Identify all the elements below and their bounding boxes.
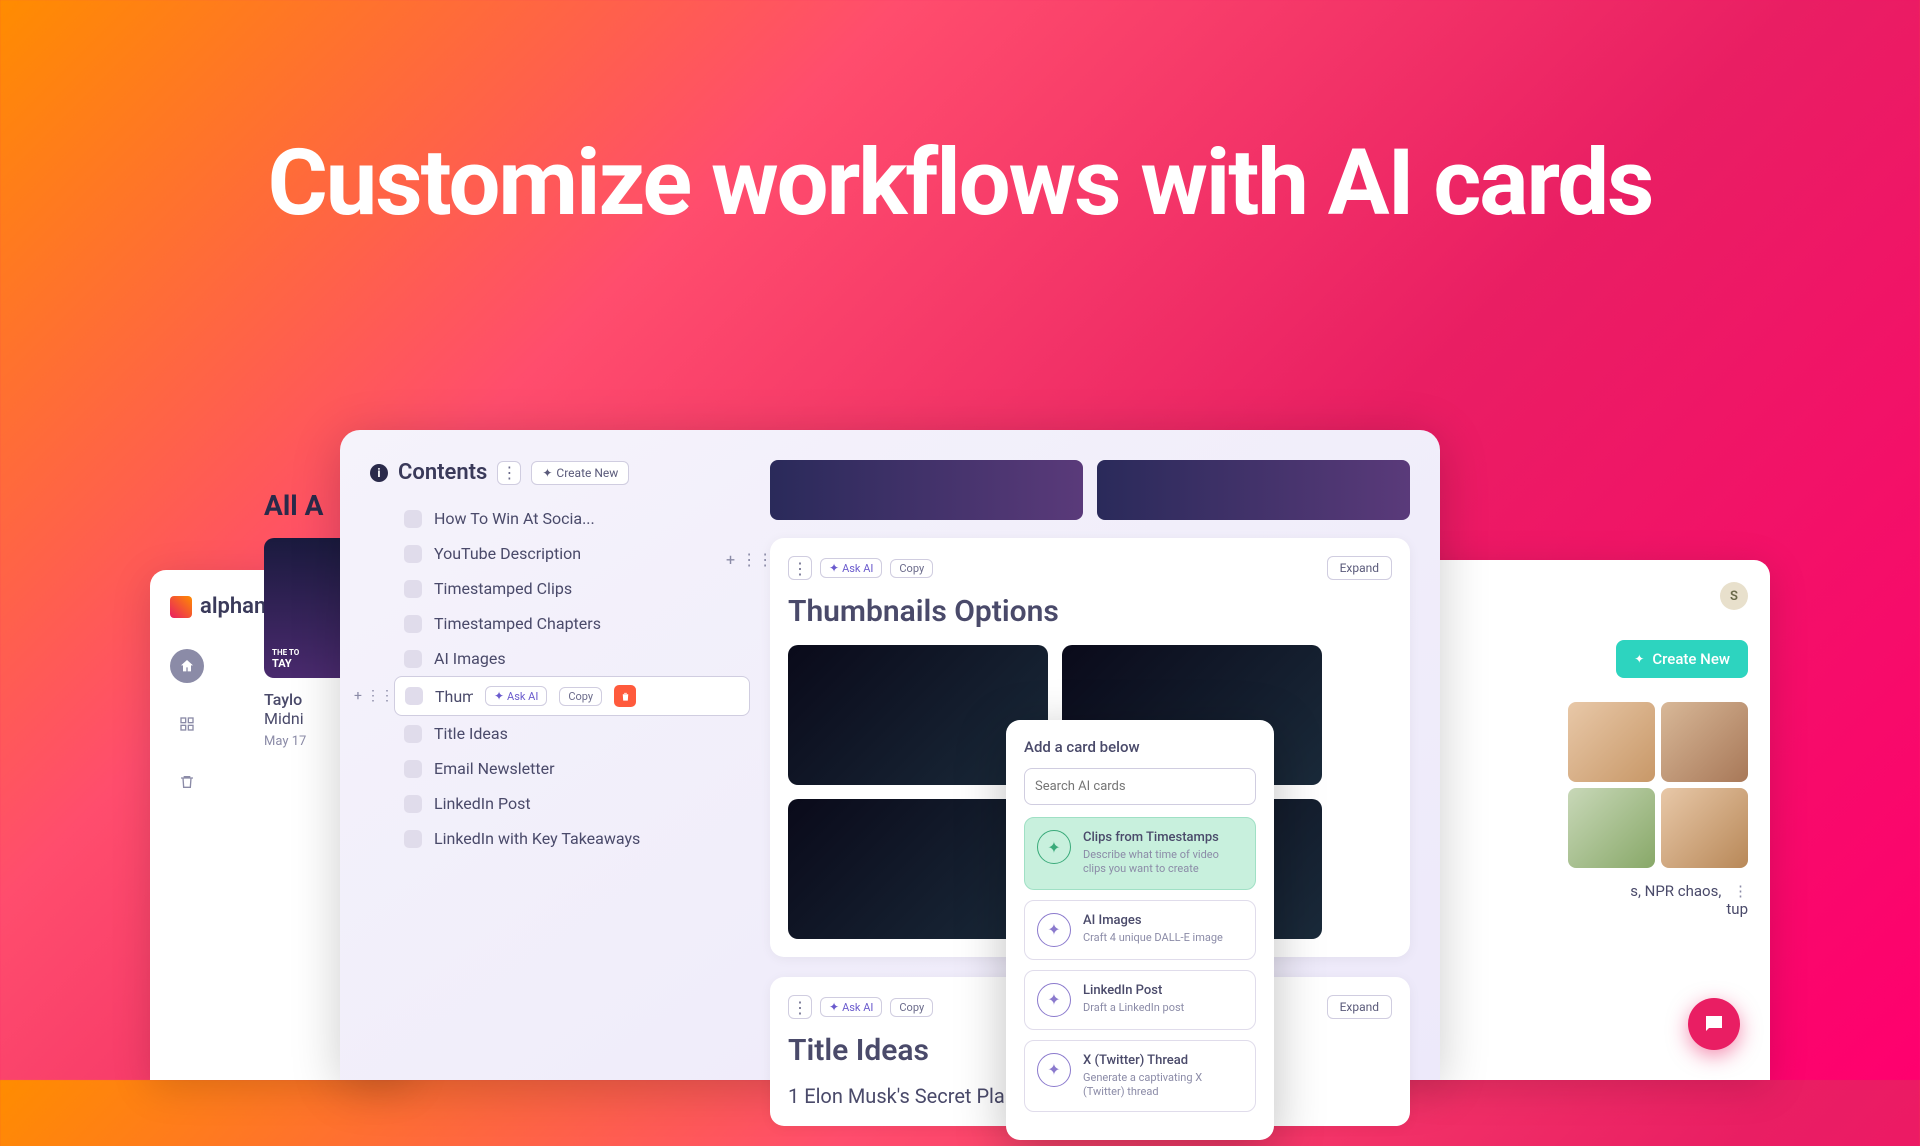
more-icon[interactable]: ⋮ [1733, 882, 1748, 900]
contents-title: Contents [398, 460, 487, 485]
face-grid [1568, 702, 1748, 868]
media-strip [770, 460, 1410, 520]
drag-icon[interactable]: ⋮⋮ [366, 688, 394, 704]
headline: Customize workflows with AI cards [0, 0, 1920, 237]
sparkle-icon: ✦ [1634, 652, 1644, 666]
more-button[interactable]: ⋮ [497, 461, 521, 485]
nav-icons [170, 649, 204, 799]
content-item[interactable]: YouTube Description [394, 536, 750, 571]
sparkle-icon: ✦ [542, 466, 552, 480]
trash-icon[interactable] [170, 765, 204, 799]
ask-ai-button[interactable]: ✦Ask AI [820, 558, 882, 578]
expand-button[interactable]: Expand [1327, 556, 1392, 580]
content-item[interactable]: AI Images [394, 641, 750, 676]
face-tile [1661, 788, 1748, 868]
expand-button[interactable]: Expand [1327, 995, 1392, 1019]
media-thumb [1097, 460, 1410, 520]
create-new-button-teal[interactable]: ✦ Create New [1616, 640, 1748, 678]
ai-card-clips[interactable]: ✦ Clips from Timestamps Describe what ti… [1024, 817, 1256, 890]
sparkle-icon: ✦ [1037, 983, 1071, 1017]
ai-card-twitter[interactable]: ✦ X (Twitter) Thread Generate a captivat… [1024, 1040, 1256, 1113]
ask-ai-button[interactable]: ✦Ask AI [820, 997, 882, 1017]
copy-button[interactable]: Copy [890, 559, 933, 578]
ai-card-images[interactable]: ✦ AI Images Craft 4 unique DALL-E image [1024, 900, 1256, 960]
face-tile [1568, 702, 1655, 782]
content-item[interactable]: LinkedIn with Key Takeaways [394, 821, 750, 856]
drag-icon[interactable]: ⋮⋮ [741, 550, 773, 569]
popover-title: Add a card below [1024, 738, 1256, 756]
content-item[interactable]: LinkedIn Post [394, 786, 750, 821]
search-input[interactable] [1024, 768, 1256, 805]
chat-fab[interactable] [1688, 998, 1740, 1050]
copy-button[interactable]: Copy [890, 998, 933, 1017]
contents-list: How To Win At Socia... YouTube Descripti… [394, 501, 750, 856]
panels-container: alphana All A THE TOTAY Taylo [0, 380, 1920, 1080]
contents-header: i Contents ⋮ ✦ Create New [370, 460, 750, 485]
panel-mid: i Contents ⋮ ✦ Create New How To Win At … [340, 430, 1440, 1080]
content-item[interactable]: Timestamped Clips [394, 571, 750, 606]
ask-ai-button[interactable]: ✦Ask AI [485, 686, 547, 706]
info-icon[interactable]: i [370, 464, 388, 482]
face-tile [1661, 702, 1748, 782]
sparkle-icon: ✦ [1037, 830, 1071, 864]
home-icon[interactable] [170, 649, 204, 683]
media-thumb [770, 460, 1083, 520]
copy-button[interactable]: Copy [559, 687, 602, 706]
content-item[interactable]: Timestamped Chapters [394, 606, 750, 641]
more-button[interactable]: ⋮ [788, 995, 812, 1019]
ai-card-linkedin[interactable]: ✦ LinkedIn Post Draft a LinkedIn post [1024, 970, 1256, 1030]
avatar[interactable]: S [1720, 582, 1748, 610]
create-new-button[interactable]: ✦ Create New [531, 461, 629, 485]
plus-icon[interactable]: + [354, 688, 362, 704]
sparkle-icon: ✦ [1037, 913, 1071, 947]
sparkle-icon: ✦ [1037, 1053, 1071, 1087]
content-item-active[interactable]: Thumbn ✦Ask AI Copy [394, 676, 750, 716]
add-card-popover: Add a card below ✦ Clips from Timestamps… [1006, 720, 1274, 1140]
card-title: Thumbnails Options [788, 594, 1392, 629]
content-item[interactable]: Email Newsletter [394, 751, 750, 786]
plus-icon[interactable]: + [726, 550, 735, 569]
delete-button[interactable] [614, 685, 636, 707]
right-meta: s, NPR chaos, ⋮ tup [1432, 882, 1748, 918]
thumb-label: THE TOTAY [272, 648, 299, 670]
content-item[interactable]: Title Ideas [394, 716, 750, 751]
more-button[interactable]: ⋮ [788, 556, 812, 580]
grid-icon[interactable] [170, 707, 204, 741]
content-item[interactable]: How To Win At Socia... [394, 501, 750, 536]
face-tile [1568, 788, 1655, 868]
brand-logo [170, 596, 192, 618]
